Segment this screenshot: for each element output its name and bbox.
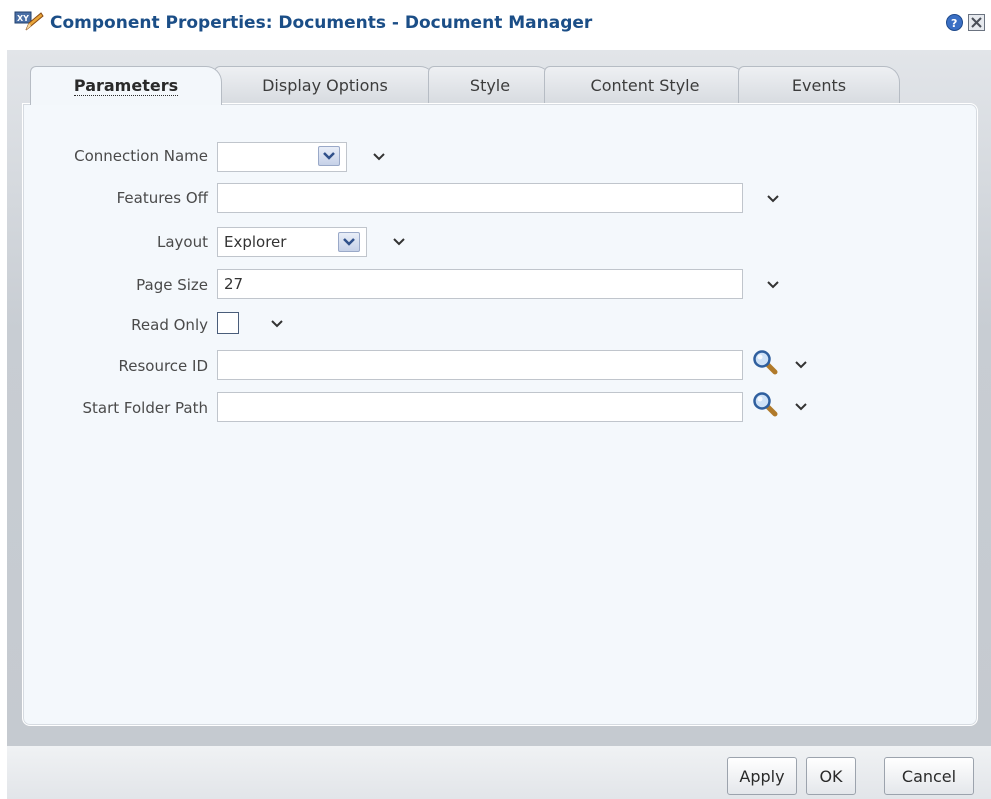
page-size-input[interactable]: 27 bbox=[217, 269, 743, 299]
resource-id-label: Resource ID bbox=[118, 357, 208, 375]
tab-parameters[interactable]: Parameters bbox=[30, 66, 222, 105]
search-icon[interactable] bbox=[752, 349, 778, 375]
dialog-titlebar: XY Component Properties: Documents - Doc… bbox=[0, 0, 991, 50]
features-off-input[interactable] bbox=[217, 183, 743, 213]
resource-id-options-chevron-icon[interactable] bbox=[794, 360, 808, 370]
features-off-options-chevron-icon[interactable] bbox=[766, 194, 780, 204]
svg-text:XY: XY bbox=[17, 14, 29, 23]
page-size-options-chevron-icon[interactable] bbox=[766, 280, 780, 290]
layout-label: Layout bbox=[157, 233, 208, 251]
connection-name-label: Connection Name bbox=[74, 147, 208, 165]
start-folder-path-label: Start Folder Path bbox=[82, 399, 209, 417]
xy-pencil-icon: XY bbox=[14, 11, 44, 31]
tab-display-options[interactable]: Display Options bbox=[214, 66, 436, 104]
read-only-checkbox[interactable] bbox=[217, 312, 239, 334]
layout-dropdown-button[interactable] bbox=[338, 232, 360, 252]
page-size-label: Page Size bbox=[136, 276, 208, 294]
start-folder-path-input[interactable] bbox=[217, 392, 743, 422]
ok-button[interactable]: OK bbox=[806, 757, 856, 795]
chevron-down-icon bbox=[343, 238, 355, 246]
apply-button[interactable]: Apply bbox=[727, 757, 797, 795]
connection-name-options-chevron-icon[interactable] bbox=[372, 152, 386, 162]
connection-name-dropdown-button[interactable] bbox=[318, 146, 340, 166]
close-icon[interactable] bbox=[968, 14, 985, 31]
cancel-button[interactable]: Cancel bbox=[884, 757, 974, 795]
search-icon[interactable] bbox=[752, 391, 778, 417]
tab-style[interactable]: Style bbox=[428, 66, 552, 104]
svg-text:?: ? bbox=[951, 17, 957, 30]
tab-content-style[interactable]: Content Style bbox=[544, 66, 746, 104]
features-off-label: Features Off bbox=[116, 189, 208, 207]
read-only-options-chevron-icon[interactable] bbox=[270, 319, 284, 329]
tab-events[interactable]: Events bbox=[738, 66, 900, 104]
layout-options-chevron-icon[interactable] bbox=[392, 237, 406, 247]
read-only-label: Read Only bbox=[131, 316, 208, 334]
chevron-down-icon bbox=[323, 152, 335, 160]
resource-id-input[interactable] bbox=[217, 350, 743, 380]
help-icon[interactable]: ? bbox=[946, 14, 963, 31]
dialog-title: Component Properties: Documents - Docume… bbox=[50, 13, 593, 33]
start-folder-path-options-chevron-icon[interactable] bbox=[794, 402, 808, 412]
